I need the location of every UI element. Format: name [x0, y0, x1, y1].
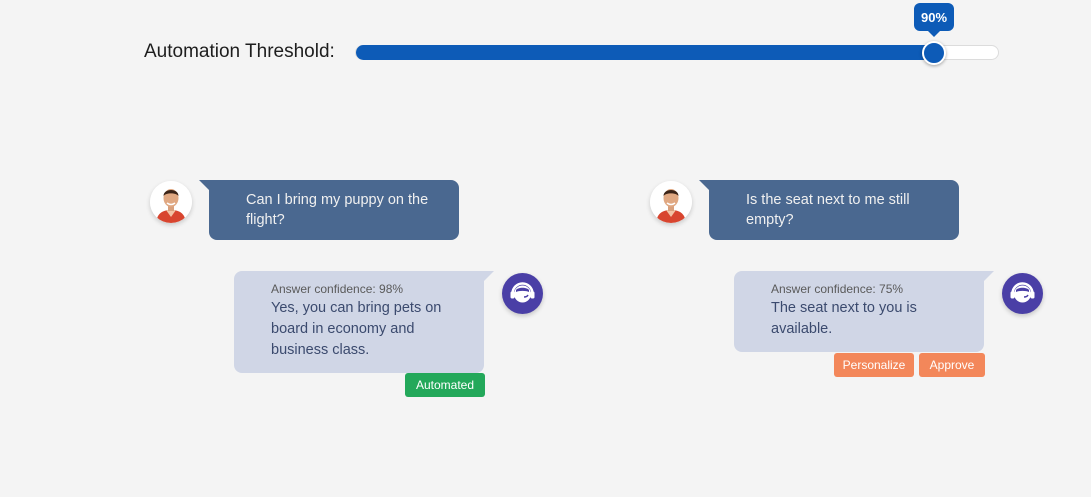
- answer-confidence: Answer confidence: 75%: [771, 282, 904, 296]
- answer-confidence: Answer confidence: 98%: [271, 282, 404, 296]
- conversation-pending: Is the seat next to me still empty? Answ…: [500, 0, 1043, 497]
- user-message-text: Can I bring my puppy on the flight?: [246, 192, 429, 228]
- user-message-text: Is the seat next to me still empty?: [746, 192, 910, 228]
- user-message-bubble: Can I bring my puppy on the flight?: [199, 180, 459, 240]
- automated-badge: Automated: [405, 373, 485, 397]
- user-avatar-icon: [150, 181, 192, 223]
- bot-answer-bubble: Answer confidence: 75% The seat next to …: [734, 271, 994, 352]
- bot-answer-bubble: Answer confidence: 98% Yes, you can brin…: [234, 271, 494, 373]
- personalize-button[interactable]: Personalize: [834, 353, 914, 377]
- user-avatar-icon: [650, 181, 692, 223]
- approve-button[interactable]: Approve: [919, 353, 985, 377]
- bot-answer-text: The seat next to you is available.: [771, 300, 917, 337]
- support-agent-icon: [1002, 273, 1043, 314]
- user-message-bubble: Is the seat next to me still empty?: [699, 180, 959, 240]
- conversation-automated: Can I bring my puppy on the flight? Answ…: [0, 0, 543, 497]
- bot-answer-text: Yes, you can bring pets on board in econ…: [271, 300, 442, 358]
